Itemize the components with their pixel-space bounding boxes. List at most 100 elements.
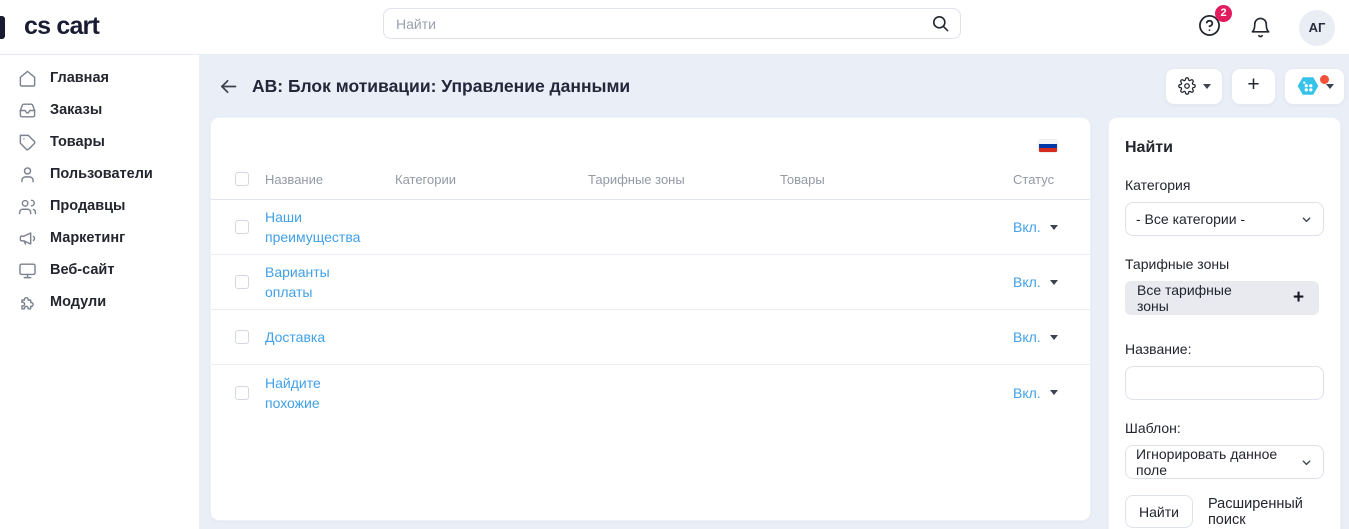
template-label: Шаблон: [1125, 420, 1181, 436]
status-dropdown[interactable]: Вкл. [1013, 274, 1058, 290]
sidebar-item-orders[interactable]: Заказы [0, 94, 199, 126]
header-actions: + [1165, 67, 1345, 105]
avatar[interactable]: АГ [1299, 9, 1335, 46]
global-search [383, 8, 961, 39]
search-panel: Найти Категория - Все категории - Тарифн… [1108, 117, 1341, 529]
table-row: Варианты оплаты Вкл. [211, 255, 1090, 310]
search-icon[interactable] [931, 14, 950, 33]
settings-button[interactable] [1165, 67, 1223, 105]
page-header: АВ: Блок мотивации: Управление данными + [200, 55, 1349, 117]
chevron-down-icon [1049, 224, 1058, 230]
select-all-checkbox[interactable] [235, 172, 249, 186]
sidebar-item-label: Маркетинг [50, 230, 126, 246]
sidebar-item-label: Главная [50, 70, 109, 86]
name-label: Название: [1125, 341, 1192, 357]
russian-flag-icon[interactable] [1039, 140, 1057, 152]
language-selector [211, 118, 1090, 152]
user-icon [17, 165, 37, 184]
sidebar-item-label: Продавцы [50, 198, 126, 214]
addon-hexagon-icon [1295, 73, 1321, 99]
column-header-rate-zones[interactable]: Тарифные зоны [588, 172, 780, 187]
search-panel-actions: Найти Расширенный поиск [1125, 495, 1324, 528]
item-name-link[interactable]: Найдите похожие [265, 373, 377, 413]
column-header-categories[interactable]: Категории [395, 172, 588, 187]
row-checkbox[interactable] [235, 385, 249, 400]
column-header-status[interactable]: Статус [1013, 172, 1054, 187]
back-arrow-icon[interactable] [218, 76, 239, 97]
global-search-input[interactable] [384, 15, 931, 32]
topbar-actions: 2 АГ [1197, 0, 1335, 55]
category-select[interactable]: - Все категории - [1125, 202, 1324, 236]
content-row: Название Категории Тарифные зоны Товары … [200, 117, 1349, 529]
sidebar-item-users[interactable]: Пользователи [0, 158, 199, 190]
plus-icon: + [1247, 73, 1260, 96]
orders-icon [17, 101, 37, 120]
chevron-down-icon [1300, 213, 1313, 226]
sidebar-item-marketing[interactable]: Маркетинг [0, 222, 199, 254]
row-checkbox[interactable] [235, 220, 249, 234]
column-header-products[interactable]: Товары [780, 172, 1013, 187]
template-select[interactable]: Игнорировать данное поле [1125, 445, 1324, 479]
monitor-icon [17, 261, 37, 280]
item-name-link[interactable]: Наши преимущества [265, 207, 377, 247]
table-row: Доставка Вкл. [211, 310, 1090, 365]
rate-zones-value: Все тарифные зоны [1137, 282, 1232, 314]
template-select-value: Игнорировать данное поле [1136, 446, 1278, 478]
status-label: Вкл. [1013, 219, 1041, 235]
search-panel-title: Найти [1125, 139, 1173, 156]
products-icon [17, 133, 37, 152]
megaphone-icon [17, 229, 37, 248]
column-header-name[interactable]: Название [265, 172, 395, 187]
help-button[interactable]: 2 [1197, 4, 1232, 43]
sidebar: Главная Заказы Товары Пользователи Прода… [0, 55, 200, 529]
row-checkbox[interactable] [235, 330, 249, 344]
add-rate-zone-button[interactable]: + [1278, 281, 1319, 315]
item-name-link[interactable]: Варианты оплаты [265, 262, 377, 302]
table-row: Найдите похожие Вкл. [211, 365, 1090, 420]
chevron-down-icon [1049, 334, 1058, 340]
category-label: Категория [1125, 177, 1191, 193]
topbar: cs cart 2 АГ [0, 0, 1349, 55]
page-title: АВ: Блок мотивации: Управление данными [252, 75, 631, 96]
rate-zones-label: Тарифные зоны [1125, 256, 1230, 272]
status-dropdown[interactable]: Вкл. [1013, 329, 1058, 345]
chevron-down-icon [1326, 83, 1334, 89]
sidebar-item-home[interactable]: Главная [0, 62, 199, 94]
chevron-down-icon [1049, 390, 1058, 395]
status-label: Вкл. [1013, 384, 1041, 401]
table-row: Наши преимущества Вкл. [211, 200, 1090, 255]
vendors-icon [17, 197, 37, 216]
home-icon [17, 69, 37, 88]
sidebar-item-website[interactable]: Веб-сайт [0, 254, 199, 286]
sidebar-item-label: Заказы [50, 102, 103, 118]
bell-icon[interactable] [1249, 16, 1272, 39]
status-label: Вкл. [1013, 274, 1041, 290]
category-select-value: - Все категории - [1136, 211, 1246, 227]
sidebar-item-addons[interactable]: Модули [0, 286, 199, 318]
name-input[interactable] [1125, 366, 1324, 400]
add-button[interactable]: + [1231, 67, 1276, 105]
sidebar-item-products[interactable]: Товары [0, 126, 199, 158]
logo-mark [0, 16, 5, 39]
advanced-search-link[interactable]: Расширенный поиск [1208, 496, 1324, 528]
sidebar-item-label: Модули [50, 294, 107, 310]
main-area: АВ: Блок мотивации: Управление данными + [200, 55, 1349, 529]
item-name-link[interactable]: Доставка [265, 327, 377, 347]
row-checkbox[interactable] [235, 275, 249, 289]
notification-badge: 2 [1215, 4, 1232, 22]
sidebar-item-label: Веб-сайт [50, 262, 115, 278]
status-label: Вкл. [1013, 329, 1041, 345]
puzzle-icon [17, 293, 37, 312]
chevron-down-icon [1300, 456, 1313, 469]
sidebar-item-label: Пользователи [50, 166, 153, 182]
status-dropdown[interactable]: Вкл. [1013, 385, 1058, 401]
status-dropdown[interactable]: Вкл. [1013, 219, 1058, 235]
app-logo[interactable]: cs cart [24, 12, 100, 41]
rate-zones-control[interactable]: Все тарифные зоны + [1125, 281, 1319, 315]
sidebar-item-vendors[interactable]: Продавцы [0, 190, 199, 222]
chevron-down-icon [1049, 279, 1058, 285]
gear-icon [1177, 77, 1196, 95]
search-button[interactable]: Найти [1125, 495, 1193, 528]
addons-menu-button[interactable] [1284, 67, 1345, 105]
notification-dot [1320, 74, 1329, 84]
